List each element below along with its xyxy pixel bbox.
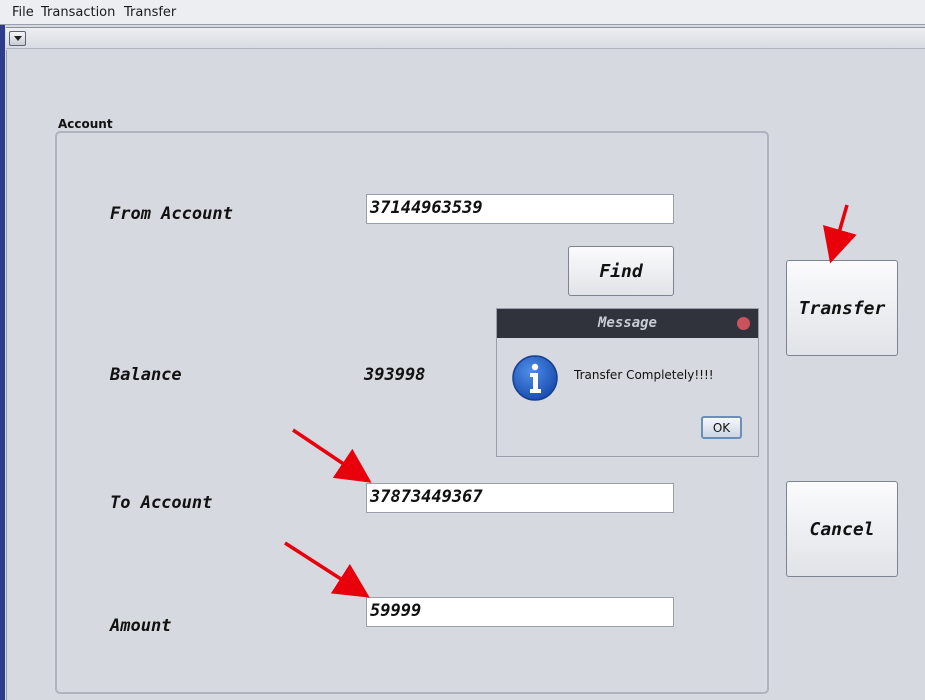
arrow-amount — [284, 541, 370, 598]
arrow-to-account — [292, 428, 372, 483]
arrow-transfer — [823, 204, 857, 264]
annotation-arrows — [284, 204, 857, 598]
